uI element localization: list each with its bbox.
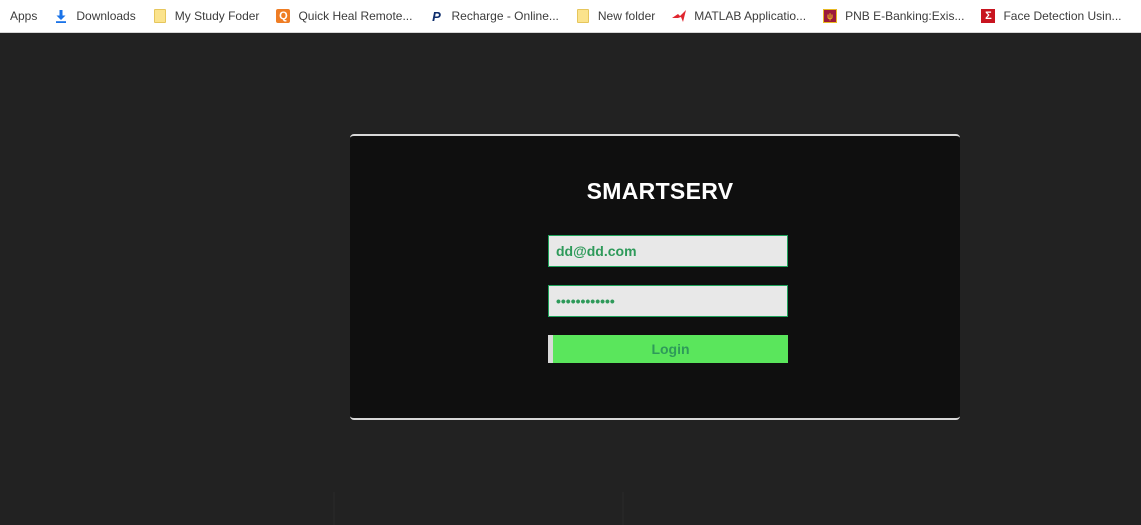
bookmark-label: PNB E-Banking:Exis...: [845, 9, 965, 23]
background-divider: [622, 492, 624, 525]
password-field[interactable]: [548, 285, 788, 317]
login-button[interactable]: Login: [548, 335, 788, 363]
folder-icon: [153, 9, 167, 23]
bookmark-downloads[interactable]: Downloads: [54, 9, 136, 23]
login-card: SMARTSERV Login: [350, 134, 960, 420]
pnb-icon: ψ: [823, 9, 838, 23]
email-field[interactable]: [548, 235, 788, 267]
bookmark-label: New folder: [597, 9, 656, 23]
bookmark-new-folder[interactable]: New folder: [576, 9, 655, 23]
bookmark-recharge[interactable]: P Recharge - Online...: [429, 8, 559, 24]
bookmark-label: My Study Foder: [174, 9, 260, 23]
quick-heal-icon: Q: [276, 9, 291, 23]
bookmark-label: Quick Heal Remote...: [298, 9, 413, 23]
bookmarks-bar: Apps Downloads My Study Foder Q Quick He…: [0, 0, 1141, 33]
download-icon: [54, 9, 68, 23]
bookmark-pnb[interactable]: ψ PNB E-Banking:Exis...: [823, 9, 964, 23]
sigma-icon: Σ: [981, 9, 996, 23]
bookmark-label: Face Detection Usin...: [1003, 9, 1122, 23]
bookmark-face-detection[interactable]: Σ Face Detection Usin...: [981, 9, 1122, 23]
bookmark-matlab[interactable]: MATLAB Applicatio...: [672, 9, 806, 23]
bookmark-apps[interactable]: Apps: [10, 9, 37, 23]
bookmark-label: Recharge - Online...: [451, 9, 559, 23]
bookmark-label: Downloads: [76, 9, 136, 23]
bookmark-quick-heal[interactable]: Q Quick Heal Remote...: [276, 9, 412, 23]
bookmark-label: MATLAB Applicatio...: [694, 9, 807, 23]
app-title: SMARTSERV: [586, 178, 734, 204]
matlab-icon: [672, 9, 687, 23]
bookmark-apps-label: Apps: [10, 9, 38, 23]
paypal-icon: P: [432, 8, 441, 24]
folder-icon: [576, 9, 590, 23]
background-divider: [333, 492, 335, 525]
bookmark-my-study-foder[interactable]: My Study Foder: [153, 9, 260, 23]
